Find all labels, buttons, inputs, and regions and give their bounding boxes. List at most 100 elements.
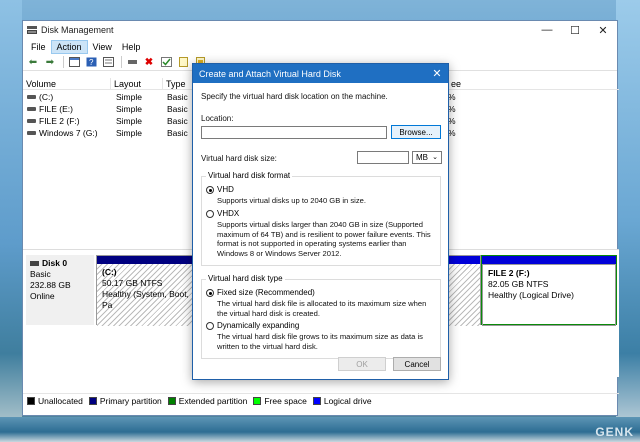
dialog-footer: OK Cancel: [193, 352, 448, 379]
dynamic-radio[interactable]: Dynamically expanding: [206, 321, 299, 330]
type-group-label: Virtual hard disk type: [206, 274, 285, 283]
vhd-radio-label: VHD: [217, 185, 234, 194]
connect-icon[interactable]: [125, 56, 139, 69]
partition-size: 50.17 GB NTFS: [102, 278, 163, 288]
svg-text:?: ?: [89, 58, 94, 67]
disk-status: Online: [30, 291, 55, 301]
radio-unselected-icon: [206, 210, 214, 218]
title-bar: Disk Management — ☐ ✕: [23, 21, 617, 39]
maximize-button[interactable]: ☐: [561, 21, 589, 39]
volume-name: Windows 7 (G:): [39, 128, 98, 138]
dialog-instruction: Specify the virtual hard disk location o…: [201, 92, 388, 101]
volume-icon: [27, 131, 36, 135]
vhd-description: Supports virtual disks up to 2040 GB in …: [217, 196, 366, 205]
create-vhd-dialog: Create and Attach Virtual Hard Disk ✕ Sp…: [192, 63, 449, 380]
volume-name: (C:): [39, 92, 54, 102]
legend-swatch: [27, 396, 35, 405]
partition-status: Healthy (Logical Drive): [488, 290, 574, 300]
console-tree-icon[interactable]: [67, 56, 81, 69]
location-label: Location:: [201, 114, 234, 123]
forward-arrow-icon[interactable]: ➡: [43, 56, 57, 69]
properties-icon[interactable]: [101, 56, 115, 69]
disk-name: Disk 0: [42, 258, 68, 268]
vhdx-radio[interactable]: VHDX: [206, 209, 239, 218]
menu-view[interactable]: View: [88, 41, 117, 53]
volume-name: FILE (E:): [39, 104, 74, 114]
column-layout[interactable]: Layout: [111, 78, 163, 90]
minimize-button[interactable]: —: [533, 21, 561, 39]
column-type[interactable]: Type: [163, 78, 193, 90]
partition-label: FILE 2 (F:): [488, 268, 530, 278]
checkmark-icon[interactable]: [159, 56, 173, 69]
back-arrow-icon[interactable]: ⬅: [26, 56, 40, 69]
format-group-label: Virtual hard disk format: [206, 171, 293, 180]
menu-file[interactable]: File: [26, 41, 51, 53]
genk-watermark-logo: GENK: [595, 425, 634, 439]
menu-action[interactable]: Action: [50, 39, 88, 54]
menu-help[interactable]: Help: [117, 41, 146, 53]
volume-layout: Simple: [116, 92, 142, 102]
volume-layout: Simple: [116, 104, 142, 114]
fixed-size-radio[interactable]: Fixed size (Recommended): [206, 288, 315, 297]
volume-free-percent: %: [448, 128, 456, 138]
vhdx-radio-label: VHDX: [217, 209, 240, 218]
browse-button[interactable]: Browse...: [391, 125, 441, 139]
size-unit-select[interactable]: MB ⌄: [412, 151, 442, 164]
delete-icon[interactable]: ✖: [142, 56, 156, 69]
volume-icon: [27, 119, 36, 123]
radio-selected-icon: [206, 186, 214, 194]
new-icon[interactable]: [176, 56, 190, 69]
volume-free-percent: %: [448, 104, 456, 114]
wallpaper-right: [616, 0, 640, 442]
legend-swatch: [88, 396, 97, 405]
menu-bar: File Action View Help: [23, 39, 617, 54]
size-label: Virtual hard disk size:: [201, 154, 277, 163]
dynamic-description: The virtual hard disk file grows to its …: [217, 332, 423, 351]
fixed-size-label: Fixed size (Recommended): [217, 288, 315, 297]
vhd-radio[interactable]: VHD: [206, 185, 234, 194]
legend-item: Logical drive: [312, 396, 372, 406]
disk-type: Basic: [30, 269, 51, 279]
partition-label: (C:): [102, 267, 117, 277]
legend-item: Primary partition: [88, 396, 162, 406]
type-group: Virtual hard disk type Fixed size (Recom…: [201, 274, 441, 359]
volume-free-percent: %: [448, 92, 456, 102]
volume-name: FILE 2 (F:): [39, 116, 80, 126]
chevron-down-icon: ⌄: [432, 154, 438, 161]
volume-icon: [27, 107, 36, 111]
volume-type: Basic: [167, 128, 188, 138]
radio-unselected-icon: [206, 322, 214, 330]
volume-icon: [27, 95, 36, 99]
volume-type: Basic: [167, 92, 188, 102]
partition-f[interactable]: FILE 2 (F:) 82.05 GB NTFS Healthy (Logic…: [481, 255, 617, 326]
dialog-close-button[interactable]: ✕: [426, 67, 448, 80]
disk-icon: [30, 261, 39, 266]
wallpaper-left: [0, 0, 22, 442]
dialog-title: Create and Attach Virtual Hard Disk: [199, 68, 341, 79]
partition-c[interactable]: (C:) 50.17 GB NTFS Healthy (System, Boot…: [96, 255, 196, 326]
legend: Unallocated Primary partition Extended p…: [23, 393, 619, 407]
partition-size: 82.05 GB NTFS: [488, 279, 549, 289]
toolbar-separator: [63, 56, 64, 68]
wallpaper-bottom: [0, 417, 640, 442]
ok-button[interactable]: OK: [338, 357, 386, 371]
size-unit-value: MB: [416, 153, 428, 162]
volume-layout: Simple: [116, 116, 142, 126]
legend-item: Extended partition: [167, 396, 247, 406]
disk-management-icon: [27, 25, 37, 35]
legend-item: Unallocated: [27, 396, 83, 406]
size-input[interactable]: [357, 151, 409, 164]
help-icon[interactable]: ?: [84, 56, 98, 69]
column-free-space[interactable]: ee: [448, 78, 461, 90]
format-group: Virtual hard disk format VHD Supports vi…: [201, 171, 441, 266]
disk-0-label[interactable]: Disk 0 Basic 232.88 GB Online: [26, 255, 94, 325]
partition-bar: [482, 256, 616, 264]
cancel-button[interactable]: Cancel: [393, 357, 441, 371]
volume-free-percent: %: [448, 116, 456, 126]
column-volume[interactable]: Volume: [23, 78, 111, 90]
close-button[interactable]: ✕: [589, 21, 617, 39]
location-input[interactable]: [201, 126, 387, 139]
dialog-title-bar: Create and Attach Virtual Hard Disk ✕: [193, 64, 448, 83]
window-title: Disk Management: [41, 25, 114, 35]
legend-swatch: [253, 396, 262, 405]
